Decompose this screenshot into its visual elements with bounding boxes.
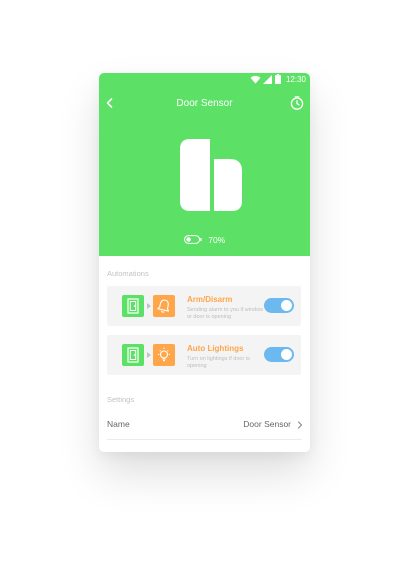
toggle-knob [281, 300, 292, 311]
timer-icon[interactable] [290, 96, 304, 110]
name-label: Name [107, 419, 130, 429]
battery-level-icon [183, 235, 202, 245]
door-icon [122, 344, 144, 366]
status-bar: 12:30 [99, 73, 310, 87]
automation-title: Arm/Disarm [187, 295, 233, 304]
automations-section-label: Automations [107, 269, 149, 278]
automation-title: Auto Lightings [187, 344, 244, 353]
nav-bar: Door Sensor [99, 89, 310, 117]
automation-card-arm-disarm[interactable]: Arm/Disarm Sending alarm to you if windo… [107, 286, 301, 326]
status-time: 12:30 [285, 75, 306, 84]
battery-status-icon [275, 74, 281, 84]
page-title: Door Sensor [176, 98, 233, 109]
door-icon [122, 295, 144, 317]
device-name-row[interactable]: Name Door Sensor [99, 412, 310, 438]
device-header: 12:30 Door Sensor 70% [99, 73, 310, 256]
divider [107, 439, 302, 440]
battery-indicator: 70% [99, 231, 310, 245]
battery-percentage: 70% [208, 234, 226, 245]
toggle-knob [281, 349, 292, 360]
automation-description: Sending alarm to you if window or door i… [187, 307, 264, 320]
arrow-right-icon [147, 352, 151, 358]
bell-icon [153, 295, 175, 317]
cellular-signal-icon [263, 75, 272, 84]
light-bulb-icon [153, 344, 175, 366]
back-icon[interactable] [104, 97, 116, 109]
arm-disarm-toggle[interactable] [264, 298, 294, 313]
wifi-icon [250, 75, 261, 84]
auto-lightings-toggle[interactable] [264, 347, 294, 362]
chevron-right-icon [297, 421, 303, 429]
settings-section-label: Settings [107, 395, 135, 404]
automation-description: Turn on lightings if door is opening [187, 356, 250, 369]
device-name-value: Door Sensor [243, 419, 291, 429]
phone-screen: 12:30 Door Sensor 70% Automations Arm/Di… [99, 73, 310, 452]
arrow-right-icon [147, 303, 151, 309]
automation-card-auto-lightings[interactable]: Auto Lightings Turn on lightings if door… [107, 335, 301, 375]
door-sensor-device-image [180, 139, 242, 211]
